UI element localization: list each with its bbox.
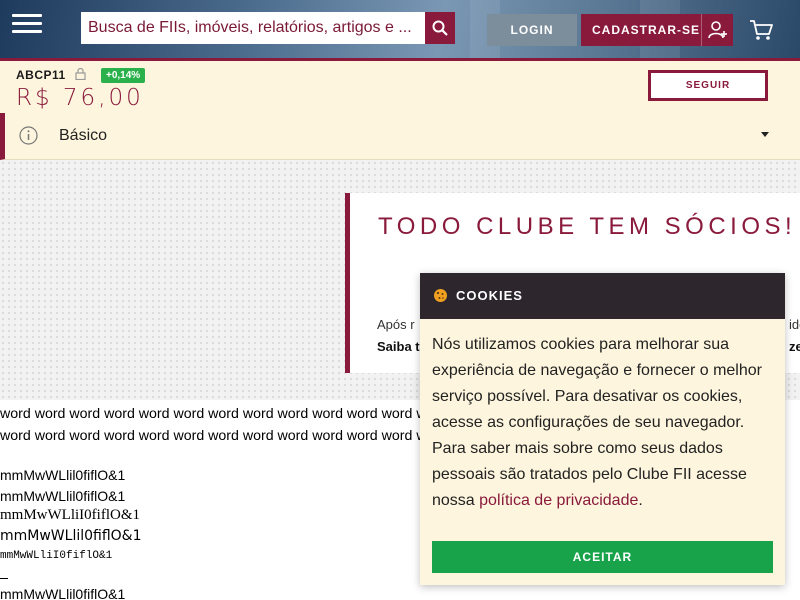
follow-button[interactable]: SEGUIR [648,70,768,101]
section-dropdown[interactable]: Básico [0,113,800,160]
privacy-policy-link[interactable]: política de privacidade [479,492,638,509]
search-bar [81,12,455,44]
test-glyph-line: mmMwWLliI0fiflO&1 [0,550,113,562]
ticker-price: R$ 76,00 [16,85,144,111]
caret-down-icon [761,132,769,137]
promo-text-right: ido [789,317,800,332]
test-glyph-line: mmMwWLlil0fiflO&1 [0,528,142,544]
cookie-text-suffix: . [638,492,643,509]
test-glyph-line: mmMwWLliI0fiflO&1 [0,507,140,523]
promo-link[interactable]: Saiba t [377,339,420,354]
test-glyph-line: mmMwWLlil0fiflO&1 [0,586,126,600]
cookie-header: COOKIES [420,273,785,319]
ticker-bar: ABCP11 +0,14% R$ 76,00 SEGUIR [0,58,800,113]
cookie-body: Nós utilizamos cookies para melhorar sua… [432,332,777,514]
price-change-badge: +0,14% [101,68,146,83]
cookie-modal: COOKIES Nós utilizamos cookies para melh… [420,273,785,585]
test-glyph-line: mmMwWLlil0fiflO&1 [0,488,126,504]
search-icon [432,20,448,36]
signup-button[interactable]: CADASTRAR-SE [581,14,733,46]
user-plus-icon [701,14,733,46]
menu-icon[interactable] [12,14,42,36]
promo-title: TODO CLUBE TEM SÓCIOS! V [378,213,800,240]
search-button[interactable] [425,12,455,44]
cookie-title: COOKIES [456,288,523,303]
cookie-icon [434,289,447,302]
login-button[interactable]: LOGIN [487,14,577,46]
test-words-line: word word word word word word word word … [0,406,427,422]
cart-icon[interactable] [748,18,774,42]
test-words-line: word word word word word word word word … [0,428,427,444]
cookie-text: Nós utilizamos cookies para melhorar sua… [432,336,762,509]
section-label: Básico [59,127,108,144]
promo-link-right[interactable]: ze [789,339,800,354]
test-divider [0,578,8,579]
search-input[interactable] [81,12,425,44]
info-icon [19,126,38,145]
promo-text: Após r [377,317,415,332]
ticker-symbol: ABCP11 [16,68,66,82]
lock-icon [75,67,86,80]
site-header: LOGIN CADASTRAR-SE [0,0,800,58]
accept-cookies-button[interactable]: ACEITAR [432,541,773,573]
test-glyph-line: mmMwWLlil0fiflO&1 [0,467,126,483]
signup-label: CADASTRAR-SE [592,23,700,37]
